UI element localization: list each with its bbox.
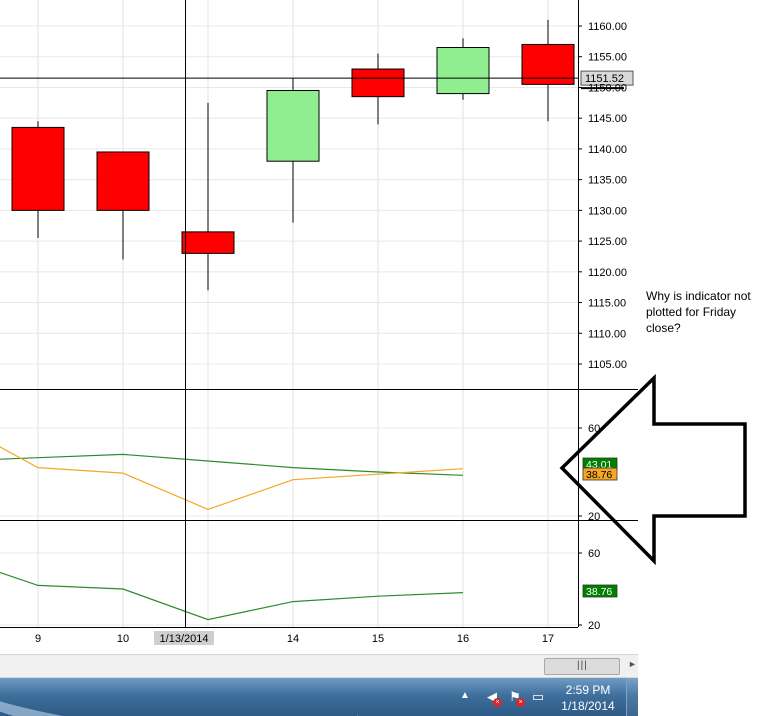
- speaker-muted-icon[interactable]: ◀ ×: [484, 689, 502, 707]
- candle-body: [96, 151, 150, 211]
- y-tick-label: 1150.00: [588, 82, 627, 94]
- indicator-line: [0, 446, 464, 511]
- windows-taskbar: ▲ ◀ × ⚑ × ▭ 2:59 PM 1/18/2014: [0, 678, 638, 716]
- clock-date: 1/18/2014: [561, 699, 615, 713]
- candle-body: [181, 231, 235, 254]
- y-tick-label: 20: [588, 620, 600, 632]
- x-tick-label: 17: [542, 633, 554, 645]
- annotation-line: close?: [646, 321, 681, 335]
- y-tick-label: 1135.00: [588, 175, 627, 187]
- chart-canvas[interactable]: 1151.52 43.0138.76 38.76 1160.001155.001…: [0, 0, 766, 716]
- x-tick-label: 1/13/2014: [160, 633, 209, 645]
- y-tick-label: 20: [588, 511, 600, 523]
- horizontal-scrollbar[interactable]: ||| ►: [0, 654, 638, 678]
- y-tick-label: 1120.00: [588, 267, 627, 279]
- x-tick-label: 9: [35, 633, 41, 645]
- y-tick-label: 1130.00: [588, 205, 627, 217]
- y-tick-label: 60: [588, 548, 600, 560]
- y-tick-label: 1110.00: [588, 328, 626, 340]
- show-hidden-icons-icon[interactable]: ▲: [460, 690, 470, 701]
- scrollbar-thumb[interactable]: |||: [544, 658, 620, 675]
- y-tick-label: 1105.00: [588, 359, 627, 371]
- x-tick-label: 14: [287, 633, 299, 645]
- x-tick-label: 10: [117, 633, 129, 645]
- y-tick-label: 1155.00: [588, 52, 627, 64]
- taskbar-clock[interactable]: 2:59 PM 1/18/2014: [553, 682, 623, 714]
- annotation-line: Why is indicator not: [646, 289, 751, 303]
- y-tick-label: 1140.00: [588, 144, 627, 156]
- scrollbar-grip-icon: |||: [577, 660, 588, 671]
- x-tick-label: 16: [457, 633, 469, 645]
- indicator-line: [0, 453, 464, 476]
- candle-body: [266, 90, 320, 162]
- y-tick-label: 1145.00: [588, 113, 627, 125]
- desktop-background: [638, 678, 766, 716]
- annotation-line: plotted for Friday: [646, 305, 737, 319]
- candle-body: [351, 68, 405, 98]
- action-center-flag-icon[interactable]: ⚑ ×: [507, 689, 525, 707]
- candle-body: [11, 126, 65, 211]
- x-tick-label: 15: [372, 633, 384, 645]
- scroll-right-arrow-icon[interactable]: ►: [628, 659, 637, 669]
- y-tick-label: 1125.00: [588, 236, 627, 248]
- y-tick-label: 1160.00: [588, 21, 627, 33]
- show-desktop-button[interactable]: [626, 678, 638, 716]
- annotation-note: Why is indicator not plotted for Friday …: [646, 288, 766, 336]
- indicator-line: [0, 571, 464, 621]
- clock-time: 2:59 PM: [565, 683, 611, 697]
- y-tick-label: 1115.00: [588, 298, 626, 310]
- candle-body: [436, 47, 490, 95]
- network-icon[interactable]: ▭: [530, 689, 546, 705]
- value-marker-label: 38.76: [586, 586, 612, 598]
- value-marker-label: 38.76: [586, 469, 612, 481]
